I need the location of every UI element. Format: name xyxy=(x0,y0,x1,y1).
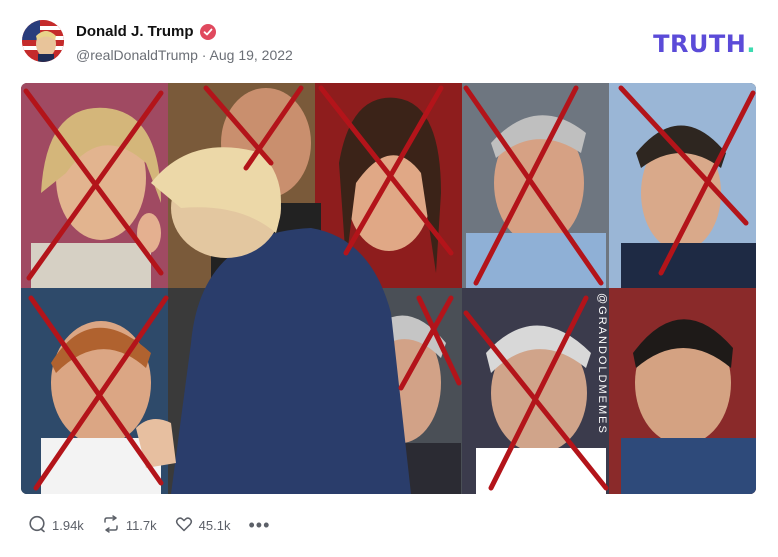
retruth-icon xyxy=(102,515,120,536)
heart-icon xyxy=(175,515,193,536)
handle-and-date[interactable]: @realDonaldTrump · Aug 19, 2022 xyxy=(76,47,293,63)
brand-text: TRUTH xyxy=(653,30,747,58)
post-image[interactable]: @GRANDOLDMEMES xyxy=(21,83,756,494)
reply-button[interactable]: 1.94k xyxy=(28,515,84,536)
reply-count: 1.94k xyxy=(52,518,84,533)
brand-dot: . xyxy=(746,30,756,58)
more-icon[interactable]: ••• xyxy=(248,515,270,536)
like-count: 45.1k xyxy=(198,518,231,533)
author-row: Donald J. Trump xyxy=(76,23,216,40)
retruth-button[interactable]: 11.7k xyxy=(102,515,157,536)
author-name[interactable]: Donald J. Trump xyxy=(76,23,194,40)
watermark-text: @GRANDOLDMEMES xyxy=(596,293,608,435)
avatar[interactable] xyxy=(22,20,64,62)
retruth-count: 11.7k xyxy=(125,518,157,533)
like-button[interactable]: 45.1k xyxy=(175,515,231,536)
reply-icon xyxy=(28,515,46,536)
collage-image: @GRANDOLDMEMES xyxy=(21,83,756,494)
post-header: Donald J. Trump @realDonaldTrump · Aug 1… xyxy=(22,20,756,66)
truth-logo[interactable]: TRUTH. xyxy=(653,30,756,58)
post-actions: 1.94k 11.7k 45.1k ••• xyxy=(28,515,270,536)
verified-badge-icon xyxy=(199,23,216,40)
avatar-image xyxy=(22,20,64,62)
